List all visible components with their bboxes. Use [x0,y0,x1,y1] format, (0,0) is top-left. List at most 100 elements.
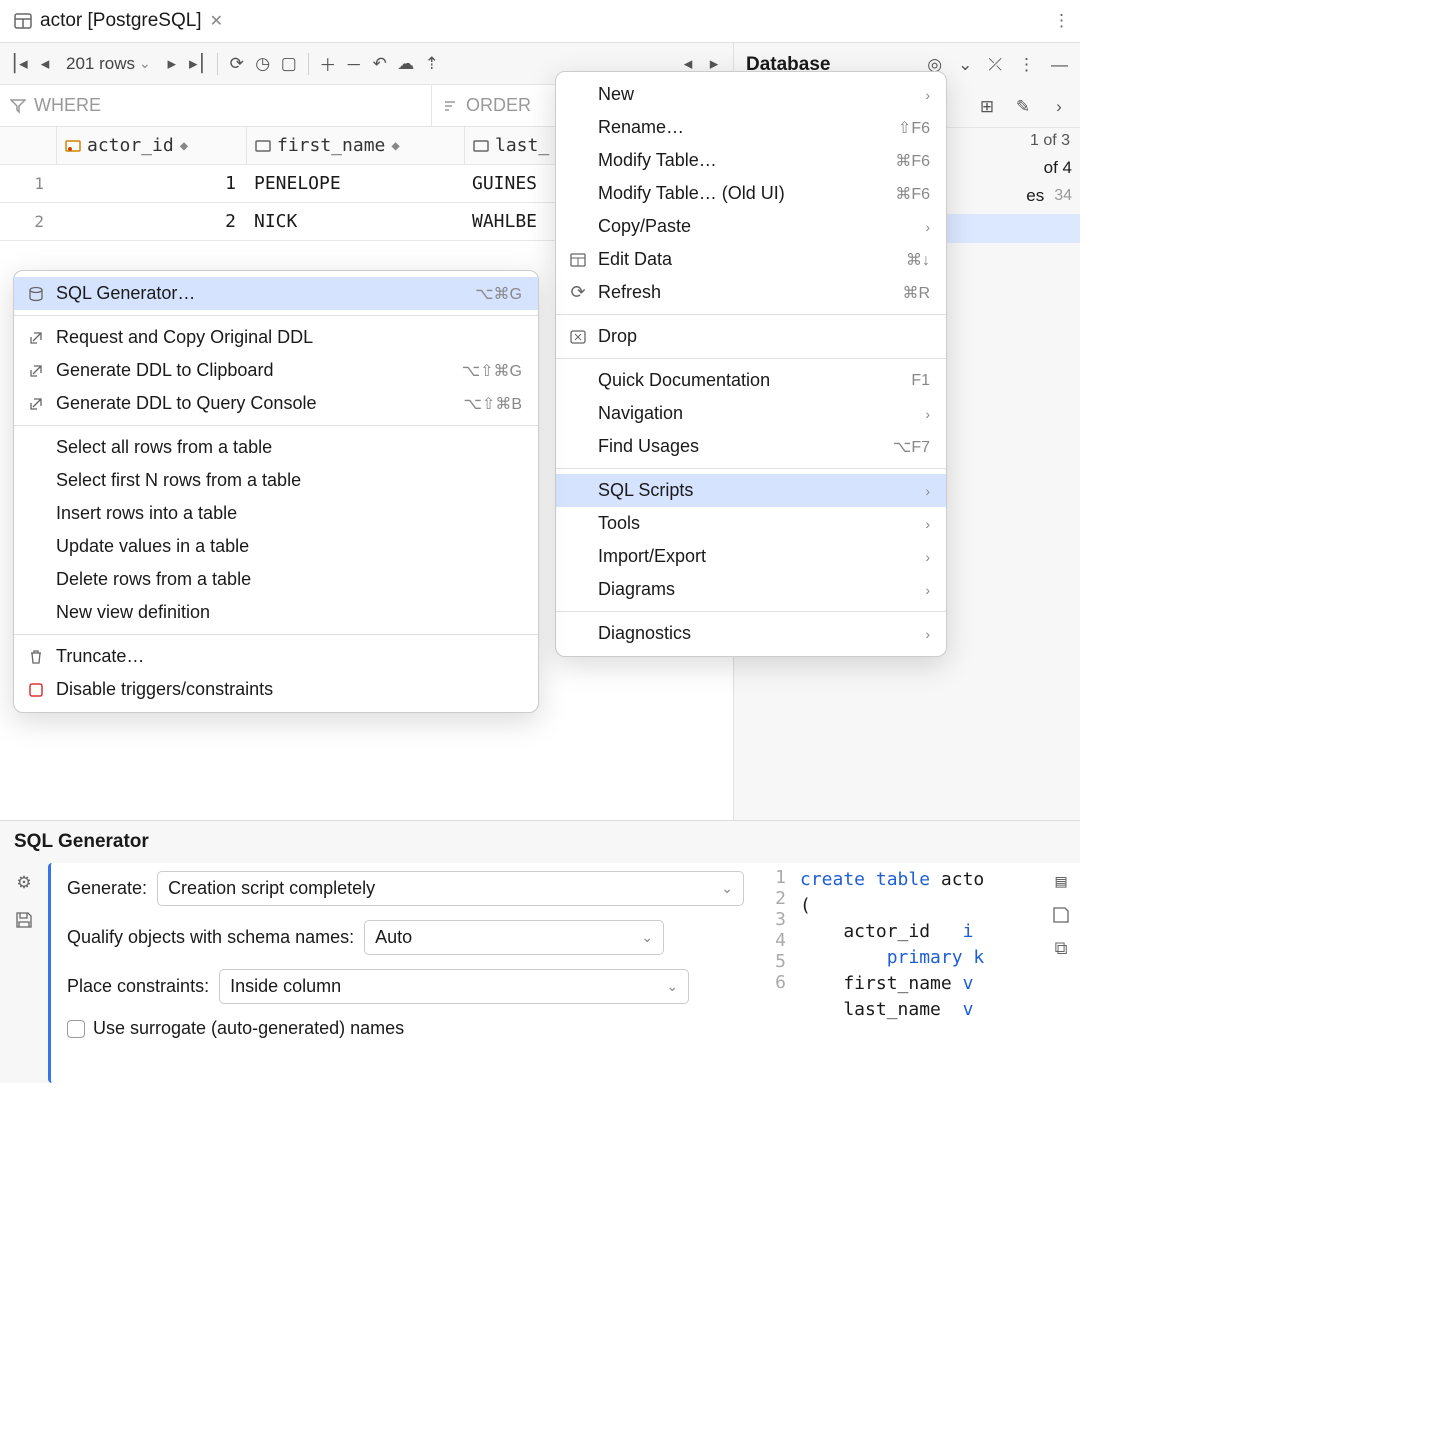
menu-label: New view definition [56,602,522,623]
shortcut: ⌘↓ [906,250,930,270]
context-menu-item[interactable]: Navigation› [556,397,946,430]
add-icon[interactable]: ＋ [317,53,339,75]
generate-select[interactable]: Creation script completely⌄ [157,871,744,906]
collapse-icon[interactable]: ⤫ [988,55,1002,75]
commit-icon[interactable]: ☁ [395,53,417,75]
rows-count[interactable]: 201 rows ⌄ [60,54,157,74]
menu-label: Import/Export [598,546,915,567]
first-page-icon[interactable]: ⎮◂ [8,53,30,75]
column-first-name[interactable]: first_name◆ [246,127,464,164]
column-actor-id[interactable]: actor_id◆ [56,127,246,164]
submenu-item[interactable]: Disable triggers/constraints [14,673,538,706]
undo-icon[interactable]: ↶ [369,53,391,75]
context-menu-item[interactable]: Copy/Paste› [556,210,946,243]
doc-icon[interactable]: ▤ [1056,871,1067,892]
remove-icon[interactable]: － [343,53,365,75]
shortcut: ⌘F6 [895,184,930,204]
submenu-item[interactable]: Truncate… [14,640,538,673]
filter-icon [10,98,26,114]
layout-icon[interactable]: ⧉ [1055,938,1068,959]
menu-label: Modify Table… [598,150,885,171]
context-menu-item[interactable]: New› [556,78,946,111]
edit-icon[interactable]: ✎ [1012,96,1034,118]
prev-page-icon[interactable]: ◂ [34,53,56,75]
sql-generator-panel: SQL Generator ⚙ Generate: Creation scrip… [0,820,1080,1083]
menu-label: Diagnostics [598,623,915,644]
context-menu-item[interactable]: Modify Table… ⌘F6 [556,144,946,177]
chevron-right-icon: › [925,516,930,532]
submenu-item[interactable]: SQL Generator…⌥⌘G [14,277,538,310]
menu-label: Request and Copy Original DDL [56,327,522,348]
submenu-item[interactable]: New view definition [14,596,538,629]
submenu-item[interactable]: Delete rows from a table [14,563,538,596]
menu-label: Copy/Paste [598,216,915,237]
submenu-item[interactable]: Update values in a table [14,530,538,563]
constraints-label: Place constraints: [67,976,209,997]
context-menu-item[interactable]: SQL Scripts› [556,474,946,507]
context-menu-item[interactable]: Tools› [556,507,946,540]
table-icon [568,252,588,268]
where-filter[interactable]: WHERE [0,85,432,126]
context-menu-item[interactable]: Rename… ⇧F6 [556,111,946,144]
context-menu-item[interactable]: Modify Table… (Old UI)⌘F6 [556,177,946,210]
code-preview: 123456 create table acto ( actor_id i pr… [760,863,1080,1083]
refresh-icon[interactable]: ⟳ [226,53,248,75]
ext-icon [26,397,46,411]
upload-icon[interactable]: ⇡ [421,53,443,75]
context-menu-item[interactable]: Diagnostics› [556,617,946,650]
chevron-right-icon: › [925,582,930,598]
submenu-item[interactable]: Generate DDL to Clipboard⌥⇧⌘G [14,354,538,387]
menu-label: SQL Scripts [598,480,915,501]
submenu-item[interactable]: Request and Copy Original DDL [14,321,538,354]
stop-icon[interactable]: ▢ [278,53,300,75]
menu-label: Rename… [598,117,888,138]
drop-icon [568,330,588,344]
more-icon[interactable]: ⋮ [1053,11,1070,31]
constraints-select[interactable]: Inside column⌄ [219,969,689,1004]
chevron-down-icon[interactable]: ⌄ [958,55,972,75]
qualify-select[interactable]: Auto⌄ [364,920,664,955]
shortcut: ⌘F6 [895,151,930,171]
editor-tab[interactable]: actor [PostgreSQL] ✕ [0,0,237,42]
shortcut: ⇧F6 [898,118,930,138]
qualify-label: Qualify objects with schema names: [67,927,354,948]
context-menu-item[interactable]: ⟳Refresh⌘R [556,276,946,309]
minimize-icon[interactable]: — [1051,55,1068,75]
chevron-right-icon: › [925,406,930,422]
submenu-item[interactable]: Select first N rows from a table [14,464,538,497]
save-icon[interactable] [1052,906,1070,924]
context-menu-item[interactable]: Import/Export› [556,540,946,573]
chevron-right-icon[interactable]: › [1048,96,1070,118]
context-menu-item[interactable]: Drop [556,320,946,353]
shortcut: ⌥⌘G [475,284,522,304]
last-page-icon[interactable]: ▸⎮ [187,53,209,75]
save-icon[interactable] [15,911,33,929]
where-label: WHERE [34,95,101,116]
menu-label: Select all rows from a table [56,437,522,458]
shortcut: ⌥⇧⌘B [463,394,522,414]
context-menu-item[interactable]: Edit Data⌘↓ [556,243,946,276]
submenu-item[interactable]: Select all rows from a table [14,431,538,464]
chevron-right-icon: › [925,87,930,103]
next-page-icon[interactable]: ▸ [161,53,183,75]
submenu-item[interactable]: Insert rows into a table [14,497,538,530]
menu-label: Generate DDL to Clipboard [56,360,452,381]
clock-icon[interactable]: ◷ [252,53,274,75]
refresh-icon: ⟳ [568,282,588,303]
shortcut: F1 [911,372,930,390]
sort-icon [442,98,458,114]
submenu-item[interactable]: Generate DDL to Query Console ⌥⇧⌘B [14,387,538,420]
surrogate-checkbox[interactable]: Use surrogate (auto-generated) names [67,1018,744,1039]
menu-label: Quick Documentation [598,370,901,391]
more-icon[interactable]: ⋮ [1018,55,1035,75]
grid-icon[interactable]: ⊞ [976,96,998,118]
menu-label: Find Usages [598,436,883,457]
context-menu-item[interactable]: Find Usages⌥F7 [556,430,946,463]
context-menu-item[interactable]: Diagrams› [556,573,946,606]
close-icon[interactable]: ✕ [210,11,223,31]
generate-label: Generate: [67,878,147,899]
context-menu-item[interactable]: Quick Documentation F1 [556,364,946,397]
menu-label: Generate DDL to Query Console [56,393,453,414]
menu-label: Truncate… [56,646,522,667]
gear-icon[interactable]: ⚙ [16,873,31,893]
